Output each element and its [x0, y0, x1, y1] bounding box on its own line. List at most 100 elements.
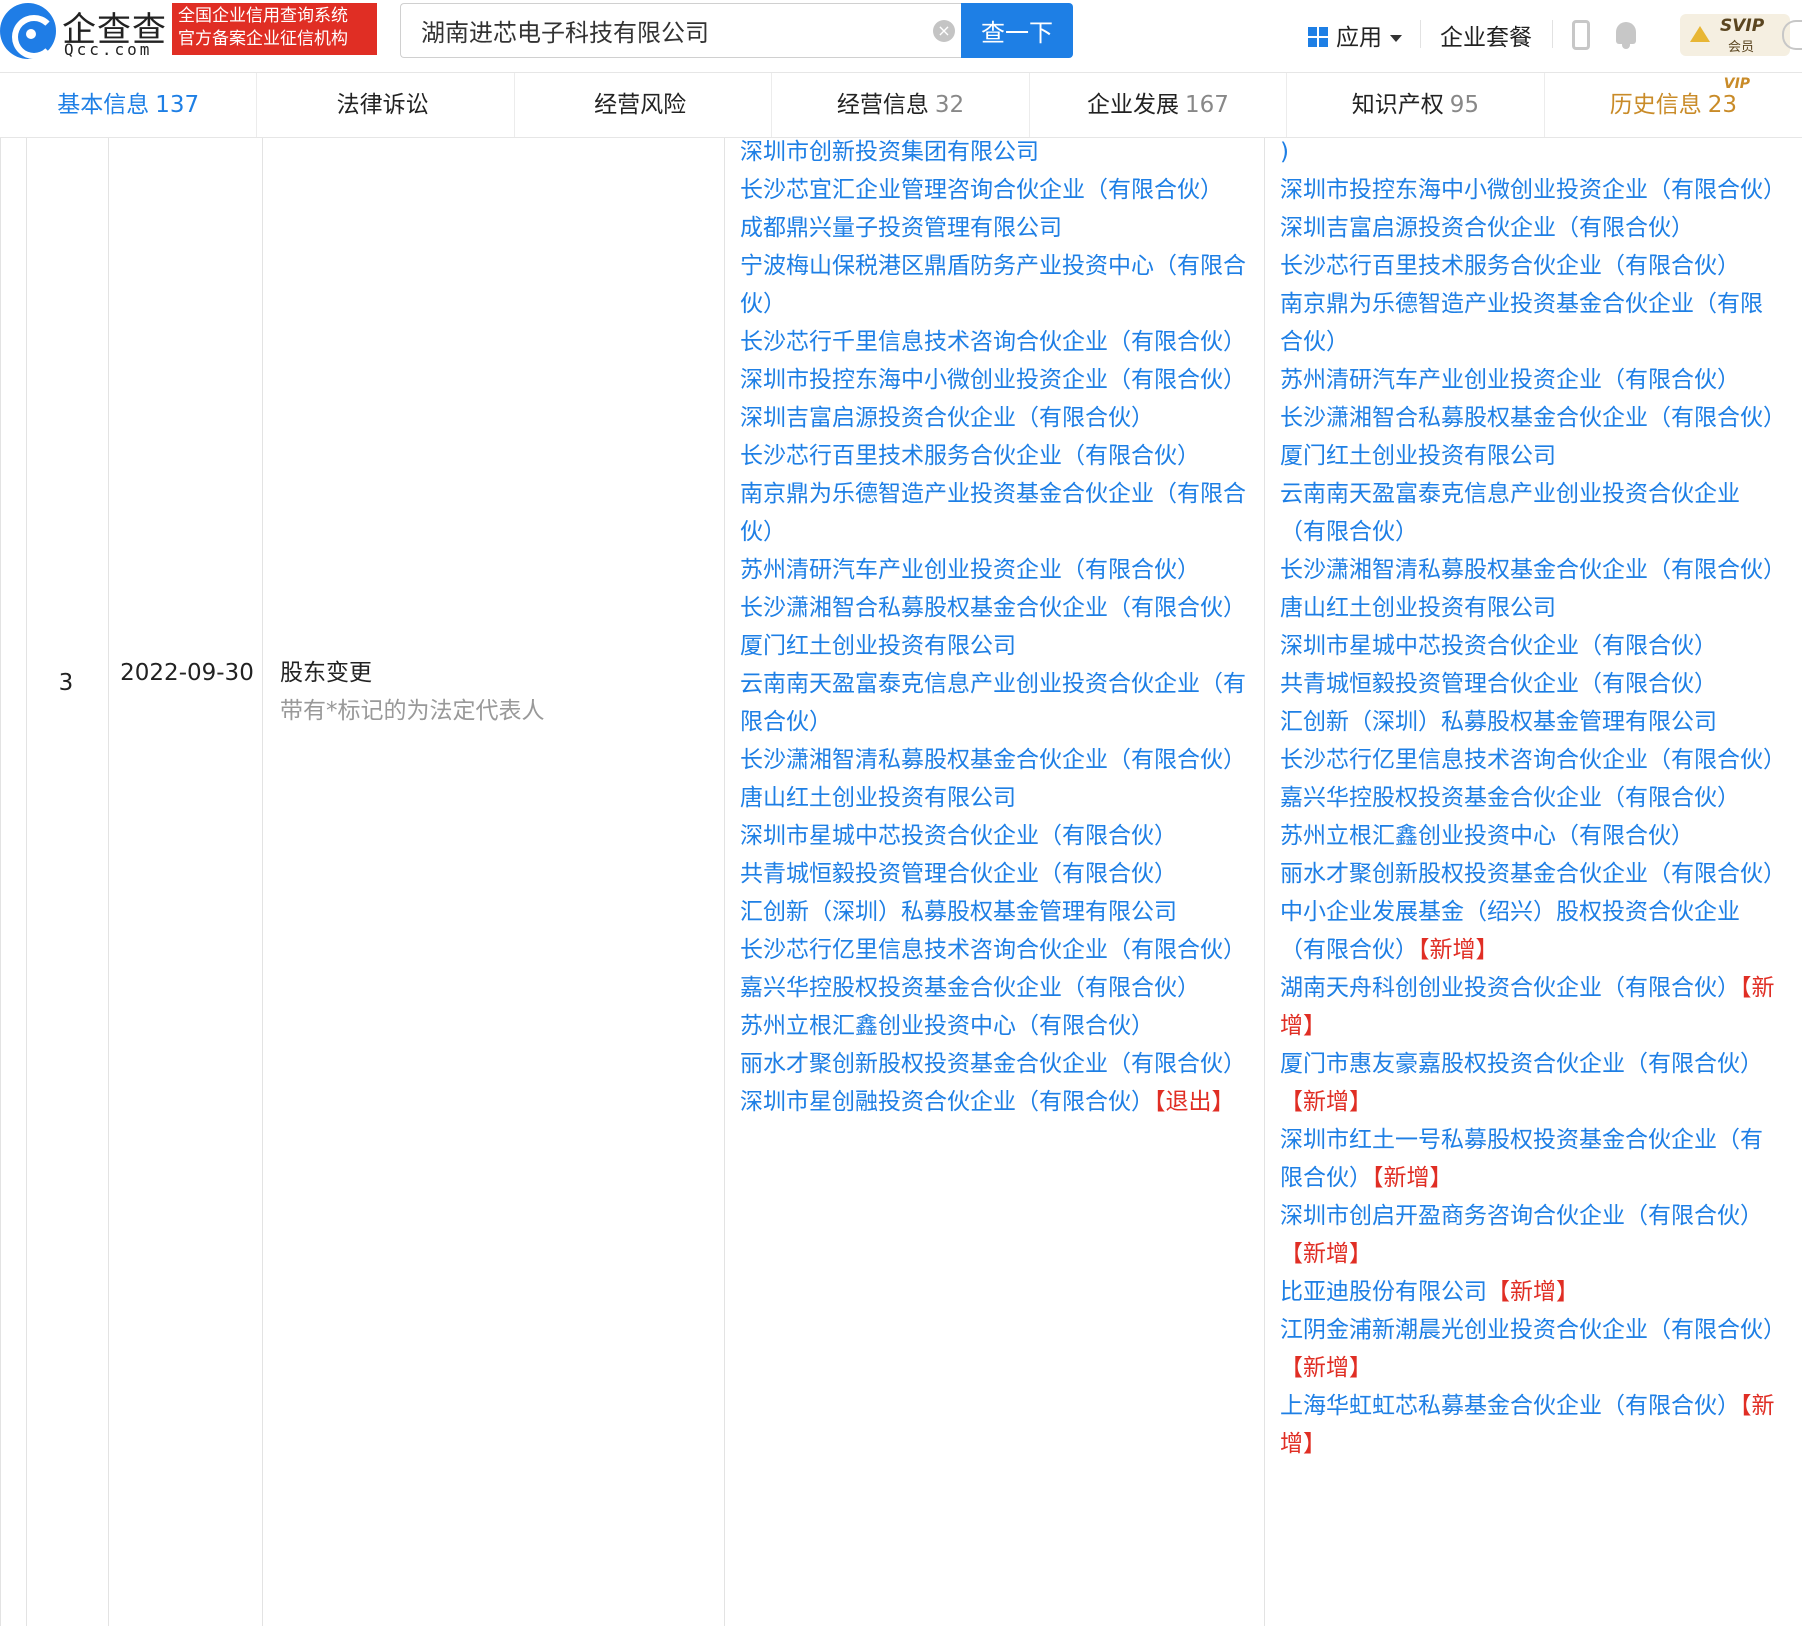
shareholder-item[interactable]: 厦门红土创业投资有限公司: [1280, 437, 1785, 475]
shareholder-name[interactable]: 长沙芯行千里信息技术咨询合伙企业（有限合伙）: [740, 329, 1246, 355]
shareholder-item[interactable]: 嘉兴华控股权投资基金合伙企业（有限合伙）: [1280, 779, 1785, 817]
shareholder-item[interactable]: 深圳市投控东海中小微创业投资企业（有限合伙）: [740, 361, 1250, 399]
search-input[interactable]: [401, 4, 963, 57]
shareholder-name[interactable]: 共青城恒毅投资管理合伙企业（有限合伙）: [1280, 671, 1717, 697]
shareholder-item[interactable]: 汇创新（深圳）私募股权基金管理有限公司: [1280, 703, 1785, 741]
shareholder-item[interactable]: 深圳市星创融投资合伙企业（有限合伙）【退出】: [740, 1083, 1250, 1121]
shareholder-name[interactable]: 深圳吉富启源投资合伙企业（有限合伙）: [1280, 215, 1694, 241]
shareholder-item[interactable]: 长沙潇湘智合私募股权基金合伙企业（有限合伙）: [1280, 399, 1786, 437]
shareholder-name[interactable]: 苏州立根汇鑫创业投资中心（有限合伙）: [1280, 823, 1694, 849]
mobile-icon[interactable]: [1572, 20, 1590, 50]
shareholder-item[interactable]: 苏州清研汽车产业创业投资企业（有限合伙）: [740, 551, 1250, 589]
search-button[interactable]: 查一下: [961, 3, 1073, 58]
tab-basic-info[interactable]: 基本信息 137: [0, 73, 258, 137]
shareholder-name[interactable]: 汇创新（深圳）私募股权基金管理有限公司: [1280, 709, 1717, 735]
shareholder-name[interactable]: 长沙潇湘智清私募股权基金合伙企业（有限合伙）: [1280, 557, 1786, 583]
shareholder-item[interactable]: 深圳市创新投资集团有限公司: [740, 133, 1250, 171]
shareholder-item[interactable]: 深圳市红土一号私募股权投资基金合伙企业（有限合伙）【新增】: [1280, 1121, 1785, 1197]
shareholder-name[interactable]: 深圳市投控东海中小微创业投资企业（有限合伙）: [740, 367, 1246, 393]
shareholder-name[interactable]: 厦门红土创业投资有限公司: [740, 633, 1016, 659]
shareholder-item[interactable]: 唐山红土创业投资有限公司: [1280, 589, 1785, 627]
shareholder-item[interactable]: 湖南天舟科创创业投资合伙企业（有限合伙）【新增】: [1280, 969, 1785, 1045]
shareholder-name[interactable]: 湖南天舟科创创业投资合伙企业（有限合伙）: [1280, 975, 1740, 1001]
enterprise-package-link[interactable]: 企业套餐: [1440, 18, 1532, 52]
shareholder-item[interactable]: 深圳市创启开盈商务咨询合伙企业（有限合伙） 【新增】: [1280, 1197, 1785, 1273]
shareholder-name[interactable]: 云南南天盈富泰克信息产业创业投资合伙企业（有限合伙）: [1280, 481, 1740, 545]
avatar[interactable]: [1782, 20, 1802, 50]
shareholder-item[interactable]: 上海华虹虹芯私募基金合伙企业（有限合伙）【新增】: [1280, 1387, 1785, 1463]
shareholder-name[interactable]: 云南南天盈富泰克信息产业创业投资合伙企业（有限合伙）: [740, 671, 1246, 735]
shareholder-item[interactable]: 南京鼎为乐德智造产业投资基金合伙企业（有限合伙）: [740, 475, 1250, 551]
shareholder-item[interactable]: 汇创新（深圳）私募股权基金管理有限公司: [740, 893, 1250, 931]
shareholder-item[interactable]: 长沙潇湘智清私募股权基金合伙企业（有限合伙）: [1280, 551, 1786, 589]
shareholder-name[interactable]: 上海华虹虹芯私募基金合伙企业（有限合伙）: [1280, 1393, 1740, 1419]
shareholder-name[interactable]: 嘉兴华控股权投资基金合伙企业（有限合伙）: [740, 975, 1200, 1001]
shareholder-name[interactable]: 丽水才聚创新股权投资基金合伙企业（有限合伙）: [1280, 861, 1786, 887]
shareholder-name[interactable]: 唐山红土创业投资有限公司: [740, 785, 1016, 811]
shareholder-name[interactable]: 长沙潇湘智合私募股权基金合伙企业（有限合伙）: [740, 595, 1246, 621]
shareholder-item[interactable]: 厦门市惠友豪嘉股权投资合伙企业（有限合伙） 【新增】: [1280, 1045, 1785, 1121]
bell-icon[interactable]: [1614, 20, 1638, 50]
shareholder-item[interactable]: 长沙芯行千里信息技术咨询合伙企业（有限合伙）: [740, 323, 1250, 361]
shareholder-item[interactable]: 宁波梅山保税港区鼎盾防务产业投资中心（有限合伙）: [740, 247, 1250, 323]
clear-icon[interactable]: ×: [933, 20, 955, 42]
shareholder-item[interactable]: 江阴金浦新潮晨光创业投资合伙企业（有限合伙） 【新增】: [1280, 1311, 1786, 1387]
shareholder-item[interactable]: 长沙芯行亿里信息技术咨询合伙企业（有限合伙）: [740, 931, 1250, 969]
apps-menu[interactable]: 应用: [1308, 18, 1402, 52]
tab-history[interactable]: 历史信息 23 VIP: [1545, 73, 1802, 137]
shareholder-item[interactable]: 共青城恒毅投资管理合伙企业（有限合伙）: [1280, 665, 1785, 703]
shareholder-item[interactable]: 苏州清研汽车产业创业投资企业（有限合伙）: [1280, 361, 1785, 399]
shareholder-name[interactable]: 中小企业发展基金（绍兴）股权投资合伙企业（有限合伙）: [1280, 899, 1740, 963]
shareholder-name[interactable]: 南京鼎为乐德智造产业投资基金合伙企业（有限合伙）: [1280, 291, 1763, 355]
shareholder-name[interactable]: 苏州清研汽车产业创业投资企业（有限合伙）: [1280, 367, 1740, 393]
shareholder-name[interactable]: 深圳市红土一号私募股权投资基金合伙企业（有限合伙）: [1280, 1127, 1763, 1191]
tab-operation[interactable]: 经营信息 32: [772, 73, 1030, 137]
shareholder-item[interactable]: 共青城恒毅投资管理合伙企业（有限合伙）: [740, 855, 1250, 893]
shareholder-name[interactable]: 南京鼎为乐德智造产业投资基金合伙企业（有限合伙）: [740, 481, 1246, 545]
shareholder-item[interactable]: ): [1280, 133, 1785, 171]
shareholder-name[interactable]: 长沙潇湘智清私募股权基金合伙企业（有限合伙）: [740, 747, 1246, 773]
shareholder-name[interactable]: 长沙潇湘智合私募股权基金合伙企业（有限合伙）: [1280, 405, 1786, 431]
shareholder-name[interactable]: 宁波梅山保税港区鼎盾防务产业投资中心（有限合伙）: [740, 253, 1246, 317]
shareholder-name[interactable]: 江阴金浦新潮晨光创业投资合伙企业（有限合伙）: [1280, 1317, 1786, 1343]
shareholder-item[interactable]: 中小企业发展基金（绍兴）股权投资合伙企业（有限合伙）【新增】: [1280, 893, 1785, 969]
shareholder-item[interactable]: 云南南天盈富泰克信息产业创业投资合伙企业（有限合伙）: [1280, 475, 1785, 551]
tab-ip[interactable]: 知识产权 95: [1287, 73, 1545, 137]
shareholder-name[interactable]: 厦门红土创业投资有限公司: [1280, 443, 1556, 469]
shareholder-name[interactable]: 深圳市创启开盈商务咨询合伙企业（有限合伙）: [1280, 1203, 1763, 1229]
shareholder-name[interactable]: 比亚迪股份有限公司: [1280, 1279, 1487, 1305]
shareholder-name[interactable]: 深圳市投控东海中小微创业投资企业（有限合伙）: [1280, 177, 1786, 203]
shareholder-item[interactable]: 嘉兴华控股权投资基金合伙企业（有限合伙）: [740, 969, 1250, 1007]
shareholder-item[interactable]: 深圳市星城中芯投资合伙企业（有限合伙）: [1280, 627, 1785, 665]
shareholder-item[interactable]: 深圳吉富启源投资合伙企业（有限合伙）: [1280, 209, 1785, 247]
shareholder-item[interactable]: 苏州立根汇鑫创业投资中心（有限合伙）: [1280, 817, 1785, 855]
shareholder-name[interactable]: 长沙芯行百里技术服务合伙企业（有限合伙）: [1280, 253, 1740, 279]
tab-development[interactable]: 企业发展 167: [1030, 73, 1288, 137]
shareholder-name[interactable]: 丽水才聚创新股权投资基金合伙企业（有限合伙）: [740, 1051, 1246, 1077]
shareholder-item[interactable]: 南京鼎为乐德智造产业投资基金合伙企业（有限合伙）: [1280, 285, 1785, 361]
tab-legal[interactable]: 法律诉讼: [257, 73, 515, 137]
shareholder-item[interactable]: 深圳市星城中芯投资合伙企业（有限合伙）: [740, 817, 1250, 855]
shareholder-name[interactable]: 深圳市星城中芯投资合伙企业（有限合伙）: [740, 823, 1177, 849]
shareholder-item[interactable]: 长沙芯宜汇企业管理咨询合伙企业（有限合伙）: [740, 171, 1250, 209]
shareholder-name[interactable]: 汇创新（深圳）私募股权基金管理有限公司: [740, 899, 1177, 925]
shareholder-item[interactable]: 深圳市投控东海中小微创业投资企业（有限合伙）: [1280, 171, 1786, 209]
shareholder-item[interactable]: 唐山红土创业投资有限公司: [740, 779, 1250, 817]
shareholder-item[interactable]: 比亚迪股份有限公司【新增】: [1280, 1273, 1785, 1311]
shareholder-name[interactable]: 深圳市创新投资集团有限公司: [740, 139, 1039, 165]
shareholder-item[interactable]: 长沙芯行百里技术服务合伙企业（有限合伙）: [1280, 247, 1785, 285]
shareholder-name[interactable]: ): [1280, 139, 1289, 165]
shareholder-item[interactable]: 厦门红土创业投资有限公司: [740, 627, 1250, 665]
shareholder-name[interactable]: 成都鼎兴量子投资管理有限公司: [740, 215, 1062, 241]
shareholder-name[interactable]: 苏州清研汽车产业创业投资企业（有限合伙）: [740, 557, 1200, 583]
shareholder-item[interactable]: 长沙芯行亿里信息技术咨询合伙企业（有限合伙）: [1280, 741, 1786, 779]
shareholder-name[interactable]: 嘉兴华控股权投资基金合伙企业（有限合伙）: [1280, 785, 1740, 811]
shareholder-item[interactable]: 成都鼎兴量子投资管理有限公司: [740, 209, 1250, 247]
shareholder-item[interactable]: 长沙潇湘智清私募股权基金合伙企业（有限合伙）: [740, 741, 1250, 779]
shareholder-item[interactable]: 苏州立根汇鑫创业投资中心（有限合伙）: [740, 1007, 1250, 1045]
tab-risk[interactable]: 经营风险: [515, 73, 773, 137]
shareholder-item[interactable]: 长沙潇湘智合私募股权基金合伙企业（有限合伙）: [740, 589, 1250, 627]
shareholder-name[interactable]: 长沙芯行亿里信息技术咨询合伙企业（有限合伙）: [1280, 747, 1786, 773]
shareholder-name[interactable]: 共青城恒毅投资管理合伙企业（有限合伙）: [740, 861, 1177, 887]
shareholder-name[interactable]: 长沙芯行百里技术服务合伙企业（有限合伙）: [740, 443, 1200, 469]
